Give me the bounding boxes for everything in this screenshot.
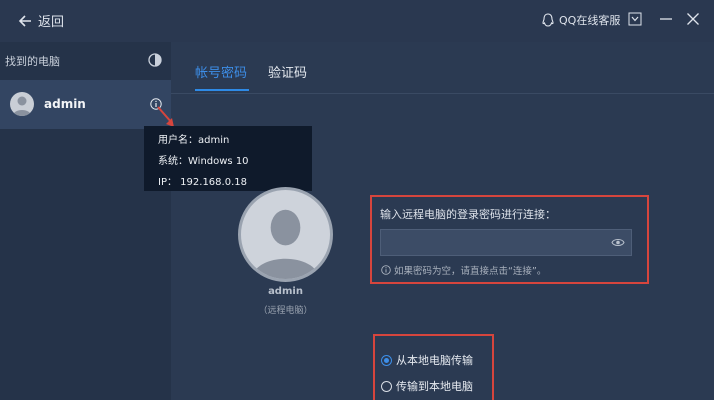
avatar (10, 92, 34, 116)
transfer-option-from-local[interactable]: 从本地电脑传输 (381, 352, 473, 368)
back-label: 返回 (38, 15, 65, 30)
radio-selected[interactable] (381, 354, 392, 366)
active-tab-indicator (195, 89, 249, 91)
password-hint: 如果密码为空，请直接点击“连接”。 (381, 263, 546, 277)
tab-divider (171, 93, 714, 94)
qq-service-label: QQ在线客服 (559, 14, 621, 27)
refresh-icon[interactable] (148, 53, 162, 67)
password-input[interactable] (381, 230, 601, 255)
info-icon (381, 265, 391, 275)
tooltip-username-label: 用户名： (158, 135, 198, 146)
device-list-item[interactable]: admin (0, 80, 171, 129)
dropdown-menu-icon[interactable] (628, 12, 642, 26)
close-icon[interactable] (686, 12, 700, 26)
device-info-tooltip: 用户名：admin 系统：Windows 10 IP： 192.168.0.18 (144, 126, 312, 191)
transfer-option-to-local[interactable]: 传输到本地电脑 (381, 378, 473, 394)
device-name: admin (44, 97, 86, 111)
back-button[interactable]: 返回 (18, 11, 64, 30)
sidebar-header: 找到的电脑 (5, 55, 60, 68)
user-silhouette-icon (13, 96, 31, 116)
auth-tabs: 帐号密码 验证码 (171, 42, 714, 94)
password-label: 输入远程电脑的登录密码进行连接： (380, 208, 556, 221)
tooltip-ip-value: 192.168.0.18 (180, 177, 247, 188)
tab-verification-code[interactable]: 验证码 (268, 62, 307, 81)
tooltip-username-value: admin (198, 135, 230, 146)
user-silhouette-icon (251, 209, 320, 279)
tooltip-username-row: 用户名：admin (158, 130, 298, 151)
tooltip-system-value: Windows 10 (188, 156, 249, 167)
qq-icon (542, 12, 554, 27)
transfer-option-label: 传输到本地电脑 (396, 380, 473, 393)
tab-password[interactable]: 帐号密码 (195, 62, 247, 81)
remote-name: admin (268, 286, 303, 297)
title-bar: 返回 QQ在线客服 (0, 0, 714, 42)
minimize-icon[interactable] (659, 12, 673, 26)
password-hint-text: 如果密码为空，请直接点击“连接”。 (394, 266, 547, 277)
password-field-container (380, 229, 632, 256)
tooltip-system-label: 系统： (158, 156, 188, 167)
remote-subtitle: （远程电脑） (258, 306, 313, 316)
tooltip-system-row: 系统：Windows 10 (158, 151, 298, 172)
sidebar: 找到的电脑 admin (0, 42, 171, 400)
arrow-left-icon (18, 14, 31, 27)
radio-unselected[interactable] (381, 380, 392, 392)
remote-avatar (238, 187, 333, 282)
qq-service-link[interactable]: QQ在线客服 (541, 12, 620, 28)
eye-icon[interactable] (611, 236, 625, 249)
transfer-option-label: 从本地电脑传输 (396, 354, 473, 367)
tooltip-ip-label: IP： (158, 177, 177, 188)
